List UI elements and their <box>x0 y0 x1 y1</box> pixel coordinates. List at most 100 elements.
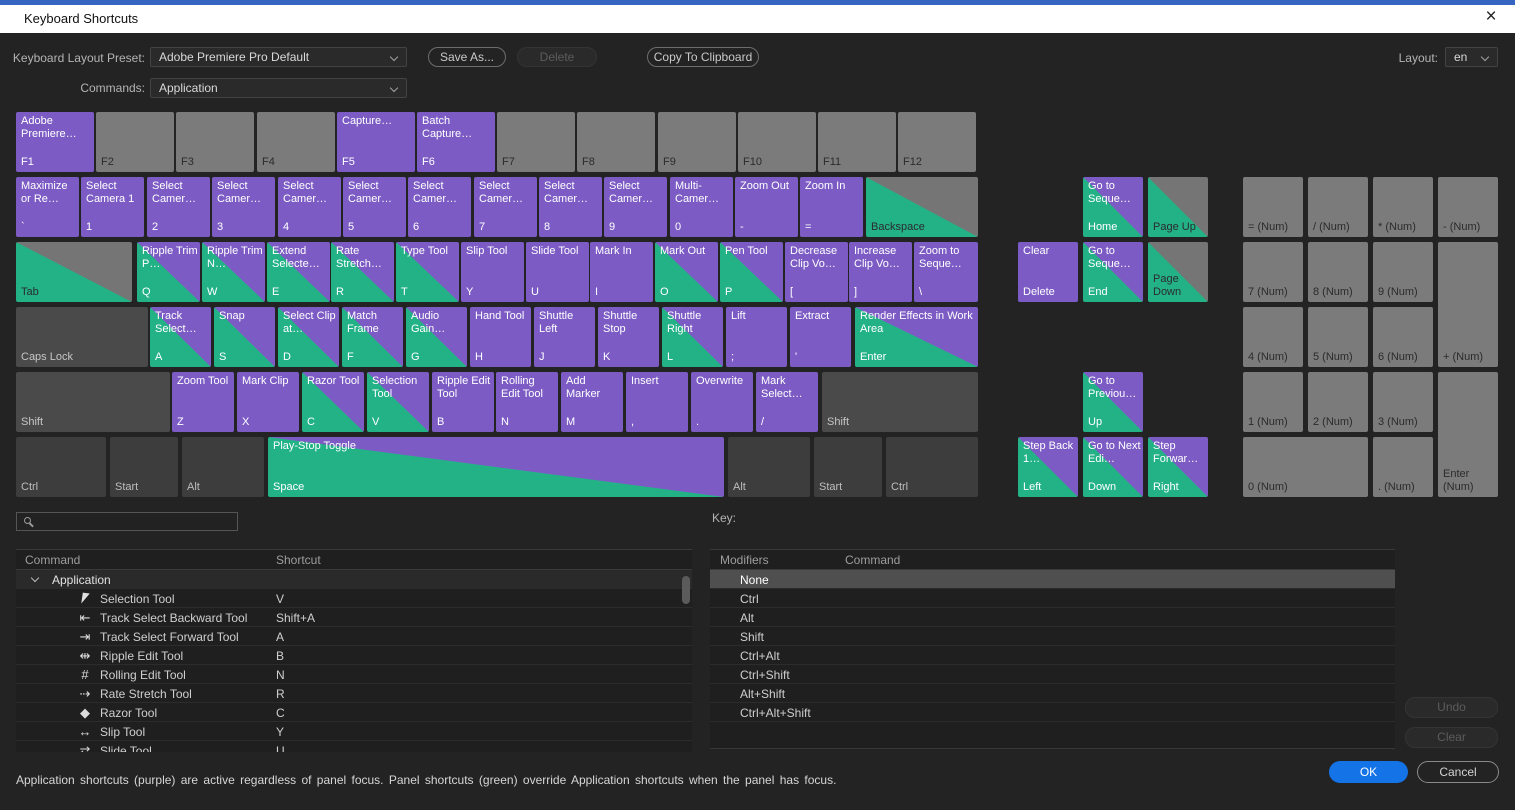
key-f5[interactable]: Capture… F5 <box>337 112 415 172</box>
key-w[interactable]: Ripple Trim N… W <box>202 242 265 302</box>
key-f[interactable]: Match Frame F <box>342 307 403 367</box>
key-shift[interactable]: Shift <box>822 372 978 432</box>
command-row[interactable]: ⇢ Rate Stretch Tool R <box>16 684 692 703</box>
modifier-row[interactable]: Ctrl+Alt <box>710 646 1395 665</box>
key-start[interactable]: Start <box>110 437 178 497</box>
key-q[interactable]: Ripple Trim P… Q <box>137 242 200 302</box>
key-caps-lock[interactable]: Caps Lock <box>16 307 148 367</box>
key-f3[interactable]: F3 <box>176 112 254 172</box>
command-row[interactable]: ⇹ Ripple Edit Tool B <box>16 646 692 665</box>
key-4-num[interactable]: 4 (Num) <box>1243 307 1303 367</box>
key-x[interactable]: Mark Clip X <box>237 372 299 432</box>
key-4[interactable]: Select Camer… 4 <box>278 177 341 237</box>
key-f8[interactable]: F8 <box>577 112 655 172</box>
key-2-num[interactable]: 2 (Num) <box>1308 372 1368 432</box>
key-u[interactable]: Slide Tool U <box>526 242 589 302</box>
key-sym-12[interactable]: Maximize or Re… ` <box>16 177 79 237</box>
key-shift[interactable]: Shift <box>16 372 170 432</box>
key-3[interactable]: Select Camer… 3 <box>212 177 275 237</box>
key-f7[interactable]: F7 <box>497 112 575 172</box>
key-page-down[interactable]: Page Down <box>1148 242 1208 302</box>
modifier-row[interactable]: None <box>710 570 1395 589</box>
key-6-num[interactable]: 6 (Num) <box>1373 307 1433 367</box>
key-sym-51[interactable]: Extract ' <box>790 307 851 367</box>
key-alt[interactable]: Alt <box>728 437 810 497</box>
key-h[interactable]: Hand Tool H <box>470 307 531 367</box>
key-l[interactable]: Shuttle Right L <box>662 307 723 367</box>
key-c[interactable]: Razor Tool C <box>302 372 364 432</box>
modifier-row[interactable]: Ctrl+Shift <box>710 665 1395 684</box>
key-num[interactable]: * (Num) <box>1373 177 1433 237</box>
key-a[interactable]: Track Select… A <box>150 307 211 367</box>
key-2[interactable]: Select Camer… 2 <box>147 177 210 237</box>
key-ctrl[interactable]: Ctrl <box>16 437 106 497</box>
key-g[interactable]: Audio Gain… G <box>406 307 467 367</box>
command-row[interactable]: ◆ Razor Tool C <box>16 703 692 722</box>
key-f4[interactable]: F4 <box>257 112 335 172</box>
key-8-num[interactable]: 8 (Num) <box>1308 242 1368 302</box>
key-0[interactable]: Multi-Camer… 0 <box>670 177 733 237</box>
command-list-scrollbar[interactable] <box>682 576 690 604</box>
key-z[interactable]: Zoom Tool Z <box>172 372 234 432</box>
key-8[interactable]: Select Camer… 8 <box>539 177 602 237</box>
command-row[interactable]: ↔ Slip Tool Y <box>16 722 692 741</box>
key-f1[interactable]: Adobe Premiere… F1 <box>16 112 94 172</box>
key-num[interactable]: = (Num) <box>1243 177 1303 237</box>
key-y[interactable]: Slip Tool Y <box>461 242 524 302</box>
key-num[interactable]: - (Num) <box>1438 177 1498 237</box>
key-r[interactable]: Rate Stretch… R <box>331 242 394 302</box>
key-6[interactable]: Select Camer… 6 <box>408 177 471 237</box>
key-sym-62[interactable]: Overwrite. <box>691 372 753 432</box>
key-f2[interactable]: F2 <box>96 112 174 172</box>
key-down[interactable]: Go to Next Edi… Down <box>1083 437 1143 497</box>
command-row[interactable]: ⇤ Track Select Backward Tool Shift+A <box>16 608 692 627</box>
key-delete[interactable]: Clear Delete <box>1018 242 1078 302</box>
key-n[interactable]: Rolling Edit Tool N <box>496 372 558 432</box>
key-5[interactable]: Select Camer… 5 <box>343 177 406 237</box>
key-f12[interactable]: F12 <box>898 112 976 172</box>
key-sym-23[interactable]: Zoom Out - <box>735 177 798 237</box>
key-tab[interactable]: Tab <box>16 242 132 302</box>
modifier-row[interactable]: Alt+Shift <box>710 684 1395 703</box>
key-page-up[interactable]: Page Up <box>1148 177 1208 237</box>
key-num[interactable]: / (Num) <box>1308 177 1368 237</box>
key-end[interactable]: Go to Seque… End <box>1083 242 1143 302</box>
cancel-button[interactable]: Cancel <box>1417 761 1499 783</box>
command-group-row[interactable]: Application <box>16 570 692 589</box>
key-home[interactable]: Go to Seque… Home <box>1083 177 1143 237</box>
key-enter[interactable]: Render Effects in Work Area Enter <box>855 307 978 367</box>
key-sym-37[interactable]: Decrease Clip Vo… [ <box>785 242 848 302</box>
key-0-num[interactable]: 0 (Num) <box>1243 437 1368 497</box>
key-s[interactable]: Snap S <box>214 307 275 367</box>
key-sym-24[interactable]: Zoom In = <box>800 177 863 237</box>
undo-button[interactable]: Undo <box>1405 697 1498 718</box>
clear-button[interactable]: Clear <box>1405 727 1498 748</box>
key-sym-63[interactable]: Mark Select… / <box>756 372 818 432</box>
key-e[interactable]: Extend Selecte… E <box>267 242 330 302</box>
key-f9[interactable]: F9 <box>658 112 736 172</box>
key-7[interactable]: Select Camer… 7 <box>474 177 537 237</box>
key-right[interactable]: Step Forwar… Right <box>1148 437 1208 497</box>
key-1-num[interactable]: 1 (Num) <box>1243 372 1303 432</box>
key-p[interactable]: Pen Tool P <box>720 242 783 302</box>
ok-button[interactable]: OK <box>1329 761 1408 783</box>
key-7-num[interactable]: 7 (Num) <box>1243 242 1303 302</box>
command-row[interactable]: ⇄ Slide Tool U <box>16 741 692 752</box>
modifier-row[interactable]: Ctrl+Alt+Shift <box>710 703 1395 722</box>
key-space[interactable]: Play-Stop Toggle Space <box>268 437 724 497</box>
key-sym-61[interactable]: Insert, <box>626 372 688 432</box>
key-sym-38[interactable]: Increase Clip Vo…] <box>849 242 912 302</box>
key-m[interactable]: Add Marker M <box>561 372 623 432</box>
search-input[interactable] <box>39 513 235 530</box>
key-j[interactable]: Shuttle Left J <box>534 307 595 367</box>
key-d[interactable]: Select Clip at… D <box>278 307 339 367</box>
key-sym-50[interactable]: Lift; <box>726 307 787 367</box>
key-alt[interactable]: Alt <box>182 437 264 497</box>
key-b[interactable]: Ripple Edit Tool B <box>432 372 494 432</box>
key-num[interactable]: + (Num) <box>1438 242 1498 367</box>
key-sym-39[interactable]: Zoom to Seque… \ <box>914 242 978 302</box>
key-k[interactable]: Shuttle Stop K <box>598 307 659 367</box>
command-row[interactable]: ⇥ Track Select Forward Tool A <box>16 627 692 646</box>
key-o[interactable]: Mark Out O <box>655 242 718 302</box>
key-i[interactable]: Mark In I <box>590 242 653 302</box>
